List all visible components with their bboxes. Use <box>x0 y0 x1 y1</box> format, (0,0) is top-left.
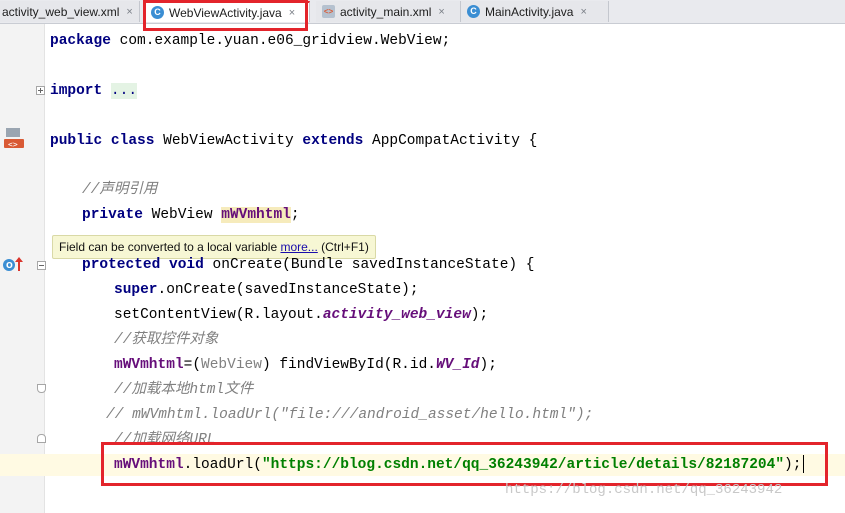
folded-imports[interactable]: ... <box>110 83 138 99</box>
close-icon[interactable]: × <box>126 6 132 18</box>
keyword: private <box>82 207 143 223</box>
field-type: WebView <box>142 207 222 223</box>
super-class: AppCompatActivity { <box>363 133 538 149</box>
method-signature: onCreate(Bundle savedInstanceState) { <box>203 257 535 273</box>
code-line-set-content-view[interactable]: setContentView(R.layout.activity_web_vie… <box>114 303 488 328</box>
class-name: WebViewActivity <box>154 133 303 149</box>
fold-marker-icon[interactable] <box>37 434 46 443</box>
call-suffix: ); <box>479 357 497 373</box>
tooltip-more-link[interactable]: more... <box>280 240 317 254</box>
code-line-oncreate[interactable]: protected void onCreate(Bundle savedInst… <box>82 253 535 278</box>
code-line-field-declaration[interactable]: private WebView mWVmhtml; <box>82 203 300 228</box>
view-id: WV_Id <box>435 357 480 373</box>
code-highlight-box <box>101 442 828 486</box>
code-line-commented-code[interactable]: // mWVmhtml.loadUrl("file:///android_ass… <box>106 403 593 428</box>
call-suffix: ); <box>470 307 489 323</box>
override-method-icon[interactable]: O <box>2 256 23 274</box>
code-line-find-view[interactable]: mWVmhtml=(WebView) findViewById(R.id.WV_… <box>114 353 497 378</box>
tab-label: activity_main.xml <box>340 4 432 19</box>
tab-highlight-box <box>143 0 308 31</box>
fold-expand-icon[interactable] <box>36 86 45 95</box>
code-line-package[interactable]: package com.example.yuan.e06_gridview.We… <box>50 29 450 54</box>
svg-text:<>: <> <box>8 140 18 149</box>
super-call: .onCreate(savedInstanceState); <box>157 282 419 298</box>
code-line-class-declaration[interactable]: public class WebViewActivity extends App… <box>50 129 537 154</box>
xml-file-icon: <> <box>322 5 335 18</box>
code-line-super-call[interactable]: super.onCreate(savedInstanceState); <box>114 278 419 303</box>
semicolon: ; <box>290 207 300 223</box>
code-line-comment[interactable]: //声明引用 <box>82 178 157 203</box>
keyword: protected <box>82 257 161 273</box>
comment: //获取控件对象 <box>114 332 219 348</box>
keyword: extends <box>302 133 364 149</box>
layout-file-icon[interactable]: <> <box>4 127 24 149</box>
keyword: public <box>50 133 103 149</box>
close-icon[interactable]: × <box>580 6 586 18</box>
keyword: package <box>50 33 111 49</box>
tab-label: activity_web_view.xml <box>2 4 120 19</box>
fold-marker-icon[interactable] <box>37 384 46 393</box>
call-prefix: ) findViewById(R.id. <box>261 357 436 373</box>
call-prefix: setContentView(R.layout. <box>114 307 323 323</box>
svg-text:O: O <box>6 261 13 270</box>
keyword: void <box>169 257 204 273</box>
fold-collapse-icon[interactable] <box>37 261 46 270</box>
keyword: class <box>110 133 155 149</box>
tooltip-text: Field can be converted to a local variab… <box>59 240 281 254</box>
comment: //声明引用 <box>82 182 158 198</box>
field-name-warning[interactable]: mWVmhtml <box>221 207 291 223</box>
watermark: https://blog.csdn.net/qq_36243942 <box>505 482 783 498</box>
java-class-icon: C <box>467 5 480 18</box>
close-icon[interactable]: × <box>438 6 444 18</box>
tab-mainactivity-java[interactable]: C MainActivity.java × <box>461 1 609 22</box>
cast-type: WebView <box>201 357 262 373</box>
assign-cast: =( <box>183 357 202 373</box>
code-line-comment[interactable]: //获取控件对象 <box>114 328 218 353</box>
keyword: import <box>50 83 103 99</box>
editor-tab-bar: activity_web_view.xml × C WebViewActivit… <box>0 0 845 24</box>
comment: // mWVmhtml.loadUrl("file:///android_ass… <box>106 407 594 423</box>
tooltip-shortcut: (Ctrl+F1) <box>317 240 369 254</box>
tab-label: MainActivity.java <box>485 4 574 19</box>
layout-id: activity_web_view <box>322 307 471 323</box>
field-name: mWVmhtml <box>114 357 184 373</box>
code-line-import[interactable]: import ... <box>50 79 138 104</box>
code-line-comment[interactable]: //加载本地html文件 <box>114 378 253 403</box>
comment: //加载本地html文件 <box>114 382 254 398</box>
keyword: super <box>114 282 158 298</box>
tab-activity-main-xml[interactable]: <> activity_main.xml × <box>316 1 461 22</box>
tab-activity-web-view-xml[interactable]: activity_web_view.xml × <box>0 1 140 22</box>
package-name: com.example.yuan.e06_gridview.WebView; <box>110 33 451 49</box>
